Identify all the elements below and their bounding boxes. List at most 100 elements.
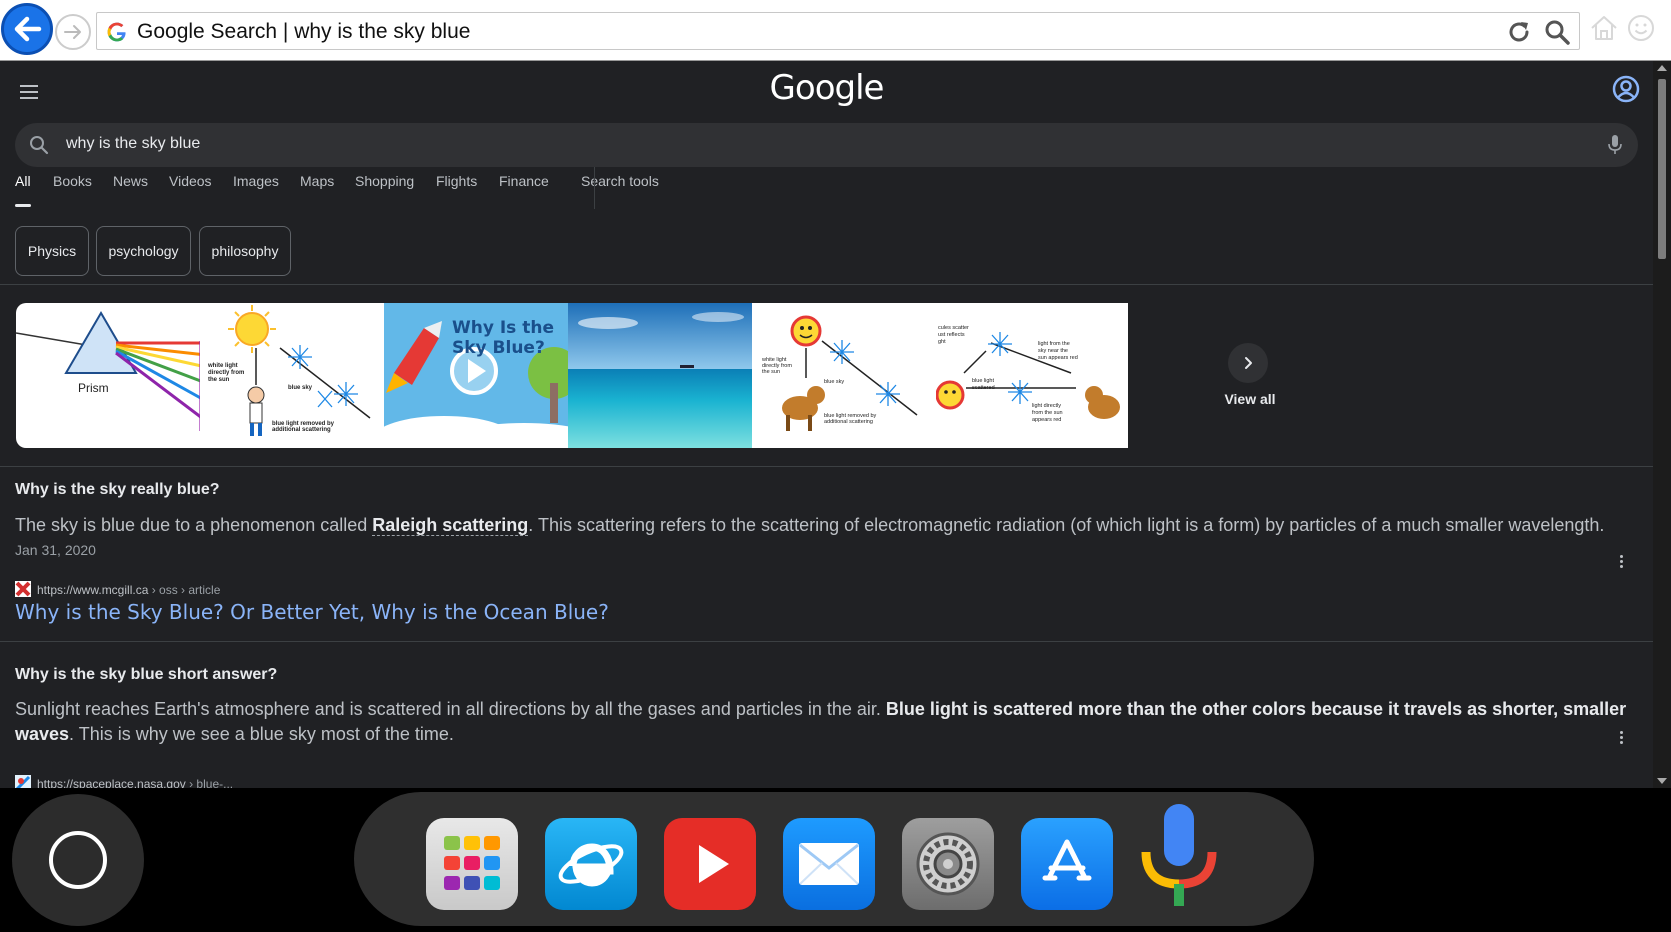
app-dock bbox=[354, 792, 1314, 926]
search-icon[interactable] bbox=[1543, 18, 1571, 46]
result-path: › oss › article bbox=[148, 583, 221, 597]
svg-text:blue sky: blue sky bbox=[288, 385, 313, 391]
chip-philosophy[interactable]: philosophy bbox=[199, 226, 291, 276]
reload-icon[interactable] bbox=[1505, 18, 1533, 46]
video-title-line-2: Sky Blue? bbox=[452, 338, 545, 358]
tab-videos[interactable]: Videos bbox=[169, 173, 212, 189]
tabs-divider bbox=[594, 167, 595, 209]
result-title-link[interactable]: Why is the Sky Blue? Or Better Yet, Why … bbox=[15, 600, 609, 624]
search-input[interactable]: why is the sky blue bbox=[15, 123, 1638, 167]
voice-search-icon[interactable] bbox=[1140, 800, 1218, 912]
tab-images[interactable]: Images bbox=[233, 173, 279, 189]
forward-button[interactable] bbox=[55, 14, 91, 50]
divider bbox=[0, 466, 1653, 467]
result-site: https://spaceplace.nasa.gov bbox=[37, 777, 186, 788]
tab-books[interactable]: Books bbox=[53, 173, 92, 189]
svg-text:cules scatter: cules scatter bbox=[938, 325, 969, 331]
settings-icon[interactable] bbox=[902, 818, 994, 910]
account-icon[interactable] bbox=[1611, 74, 1641, 104]
page-scrollbar[interactable] bbox=[1653, 61, 1671, 788]
microphone-icon[interactable] bbox=[1605, 133, 1625, 157]
answer-snippet: The sky is blue due to a phenomenon call… bbox=[15, 513, 1640, 538]
svg-text:additional scattering: additional scattering bbox=[824, 419, 873, 425]
question-heading[interactable]: Why is the sky really blue? bbox=[15, 481, 220, 499]
image-thumbnail-scattering[interactable]: white light directly from the sun blue s… bbox=[200, 303, 392, 448]
internet-explorer-icon[interactable] bbox=[545, 818, 637, 910]
svg-text:appears red: appears red bbox=[1032, 417, 1061, 423]
svg-text:light directly: light directly bbox=[1032, 403, 1061, 409]
arrow-left-icon bbox=[14, 16, 42, 42]
google-favicon-icon bbox=[107, 22, 126, 42]
svg-text:light from the: light from the bbox=[1038, 341, 1070, 347]
answer-date: Jan 31, 2020 bbox=[15, 542, 96, 558]
tab-all[interactable]: All bbox=[15, 173, 31, 189]
assistant-button[interactable] bbox=[12, 794, 144, 926]
search-icon bbox=[30, 136, 49, 155]
result-citation[interactable]: https://www.mcgill.ca › oss › article bbox=[15, 581, 220, 597]
svg-text:ght: ght bbox=[938, 339, 946, 345]
answer-term-link[interactable]: Raleigh scattering bbox=[372, 515, 529, 536]
divider bbox=[0, 284, 1653, 285]
answer-snippet: Sunlight reaches Earth's atmosphere and … bbox=[15, 697, 1640, 747]
svg-text:additional scattering: additional scattering bbox=[272, 427, 331, 433]
mcgill-favicon-icon bbox=[15, 581, 31, 597]
image-thumbnail-sunset-scattering[interactable]: cules scatter ust reflects ght light fro… bbox=[936, 303, 1128, 448]
video-thumbnail-why-is-sky-blue[interactable]: Why Is the Sky Blue? bbox=[384, 303, 576, 448]
assistant-circle-icon bbox=[49, 831, 107, 889]
prism-label: Prism bbox=[78, 381, 109, 395]
chip-physics[interactable]: Physics bbox=[15, 226, 89, 276]
divider bbox=[0, 641, 1653, 642]
question-heading[interactable]: Why is the sky blue short answer? bbox=[15, 666, 277, 684]
home-icon[interactable] bbox=[1589, 14, 1619, 42]
result-citation[interactable]: https://spaceplace.nasa.gov › blue-... bbox=[15, 775, 233, 788]
tab-maps[interactable]: Maps bbox=[300, 173, 334, 189]
nasa-favicon-icon bbox=[15, 775, 31, 788]
svg-text:from the sun: from the sun bbox=[1032, 410, 1063, 416]
dock-area bbox=[0, 788, 1671, 932]
svg-text:the sun: the sun bbox=[762, 369, 780, 375]
url-text: Google Search | why is the sky blue bbox=[137, 20, 471, 43]
feedback-smiley-icon[interactable] bbox=[1627, 14, 1655, 42]
scrollbar-thumb[interactable] bbox=[1658, 79, 1666, 259]
answer-text: . This scattering refers to the scatteri… bbox=[528, 515, 1605, 535]
svg-text:directly from: directly from bbox=[208, 370, 244, 376]
image-thumbnail-ocean[interactable] bbox=[568, 303, 760, 448]
svg-text:ust reflects: ust reflects bbox=[938, 332, 965, 338]
google-logo[interactable]: Google bbox=[0, 68, 1653, 108]
svg-text:blue light: blue light bbox=[972, 378, 994, 384]
tab-finance[interactable]: Finance bbox=[499, 173, 549, 189]
youtube-icon[interactable] bbox=[664, 818, 756, 910]
answer-text: The sky is blue due to a phenomenon call… bbox=[15, 515, 373, 535]
chevron-right-icon bbox=[1245, 357, 1252, 369]
arrow-right-icon bbox=[64, 25, 81, 39]
more-options-icon[interactable] bbox=[1620, 731, 1624, 746]
image-results-strip: Prism white light directly from the sun … bbox=[16, 303, 1191, 448]
app-store-icon[interactable] bbox=[1021, 818, 1113, 910]
tab-shopping[interactable]: Shopping bbox=[355, 173, 414, 189]
image-thumbnail-prism[interactable]: Prism bbox=[16, 303, 208, 448]
active-tab-indicator bbox=[15, 204, 31, 207]
back-button[interactable] bbox=[1, 3, 53, 55]
svg-text:blue sky: blue sky bbox=[824, 379, 844, 385]
browser-toolbar: Google Search | why is the sky blue bbox=[0, 0, 1671, 61]
more-options-icon[interactable] bbox=[1620, 555, 1624, 570]
svg-text:scattered: scattered bbox=[972, 385, 995, 391]
view-all-images-button[interactable] bbox=[1228, 343, 1268, 383]
search-query-text: why is the sky blue bbox=[66, 135, 201, 152]
svg-text:the sun: the sun bbox=[208, 377, 230, 383]
tab-search-tools[interactable]: Search tools bbox=[581, 173, 659, 189]
search-results-page: Google why is the sky blue All Books New… bbox=[0, 61, 1653, 788]
mail-icon[interactable] bbox=[783, 818, 875, 910]
view-all-label[interactable]: View all bbox=[1200, 391, 1300, 407]
image-thumbnail-sun-dog[interactable]: white light directly from the sun blue s… bbox=[752, 303, 944, 448]
tab-flights[interactable]: Flights bbox=[436, 173, 477, 189]
result-path: › blue-... bbox=[185, 777, 234, 788]
svg-text:sky near the: sky near the bbox=[1038, 348, 1068, 354]
tab-news[interactable]: News bbox=[113, 173, 148, 189]
address-bar[interactable]: Google Search | why is the sky blue bbox=[96, 12, 1580, 50]
launchpad-icon[interactable] bbox=[426, 818, 518, 910]
scroll-up-arrow-icon[interactable] bbox=[1657, 65, 1667, 71]
answer-text: Sunlight reaches Earth's atmosphere and … bbox=[15, 699, 886, 719]
chip-psychology[interactable]: psychology bbox=[96, 226, 191, 276]
scroll-down-arrow-icon[interactable] bbox=[1657, 778, 1667, 784]
